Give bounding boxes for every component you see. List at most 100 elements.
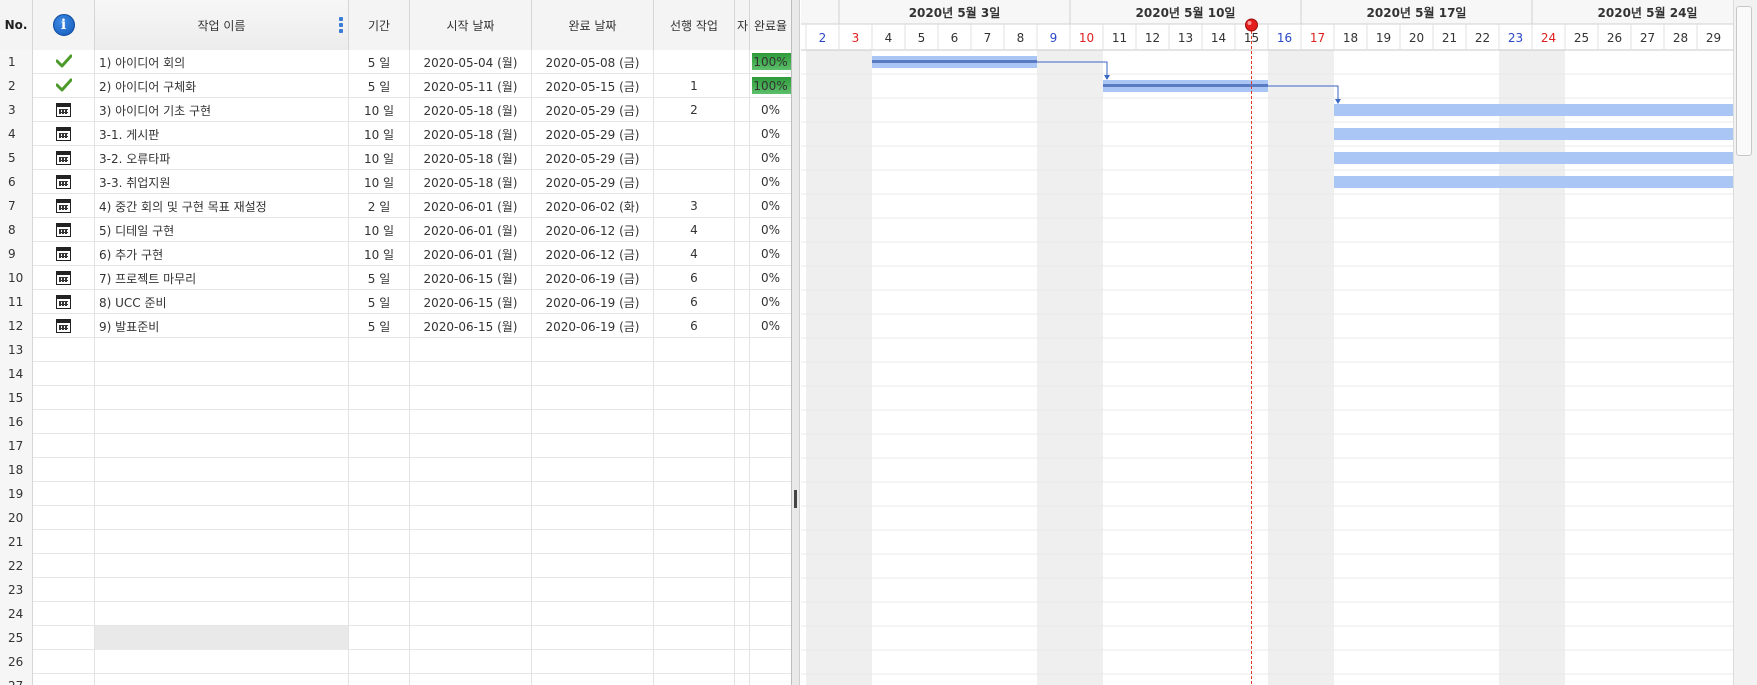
empty-cell[interactable] bbox=[95, 530, 349, 554]
task-bar[interactable] bbox=[1334, 104, 1733, 116]
empty-cell[interactable] bbox=[33, 602, 95, 626]
empty-cell[interactable] bbox=[410, 578, 532, 602]
vertical-scrollbar[interactable] bbox=[1733, 0, 1757, 685]
empty-cell[interactable] bbox=[95, 602, 349, 626]
task-name[interactable]: 5) 디테일 구현 bbox=[95, 218, 349, 242]
task-row[interactable]: 4 3-1. 게시판 10 일 2020-05-18 (월) 2020-05-29 (금… bbox=[0, 122, 791, 146]
empty-cell[interactable] bbox=[349, 554, 410, 578]
task-progress[interactable]: 0% bbox=[750, 290, 791, 314]
empty-row[interactable]: 25 bbox=[0, 626, 791, 650]
task-start-date[interactable]: 2020-05-18 (월) bbox=[410, 170, 532, 194]
empty-cell[interactable] bbox=[735, 554, 750, 578]
empty-cell[interactable] bbox=[735, 338, 750, 362]
empty-cell[interactable] bbox=[33, 386, 95, 410]
task-predecessor[interactable]: 6 bbox=[654, 314, 735, 338]
task-predecessor[interactable] bbox=[654, 122, 735, 146]
task-end-date[interactable]: 2020-06-19 (금) bbox=[532, 314, 654, 338]
column-header-resource[interactable]: 자 bbox=[735, 0, 750, 50]
empty-cell[interactable] bbox=[750, 554, 791, 578]
column-header-predecessor[interactable]: 선행 작업 bbox=[654, 0, 735, 50]
task-row[interactable]: 2 2) 아이디어 구체화 5 일 2020-05-11 (월) 2020-05-15 … bbox=[0, 74, 791, 98]
task-name[interactable]: 6) 추가 구현 bbox=[95, 242, 349, 266]
task-name[interactable]: 9) 발표준비 bbox=[95, 314, 349, 338]
task-duration[interactable]: 10 일 bbox=[349, 146, 410, 170]
empty-cell[interactable] bbox=[410, 626, 532, 650]
empty-cell[interactable] bbox=[532, 626, 654, 650]
empty-cell[interactable] bbox=[654, 554, 735, 578]
empty-cell[interactable] bbox=[349, 506, 410, 530]
empty-cell[interactable] bbox=[349, 578, 410, 602]
empty-cell[interactable] bbox=[532, 506, 654, 530]
column-header-start-date[interactable]: 시작 날짜 bbox=[410, 0, 532, 50]
empty-cell[interactable] bbox=[410, 338, 532, 362]
task-name[interactable]: 3-2. 오류타파 bbox=[95, 146, 349, 170]
task-progress[interactable]: 0% bbox=[750, 170, 791, 194]
task-resource[interactable] bbox=[735, 122, 750, 146]
task-resource[interactable] bbox=[735, 50, 750, 74]
empty-cell[interactable] bbox=[349, 674, 410, 685]
empty-cell[interactable] bbox=[654, 578, 735, 602]
empty-row[interactable]: 18 bbox=[0, 458, 791, 482]
empty-cell[interactable] bbox=[735, 650, 750, 674]
empty-cell[interactable] bbox=[410, 362, 532, 386]
task-resource[interactable] bbox=[735, 314, 750, 338]
task-end-date[interactable]: 2020-06-19 (금) bbox=[532, 290, 654, 314]
empty-cell[interactable] bbox=[95, 338, 349, 362]
empty-cell[interactable] bbox=[532, 578, 654, 602]
empty-cell[interactable] bbox=[349, 434, 410, 458]
task-start-date[interactable]: 2020-06-01 (월) bbox=[410, 194, 532, 218]
task-row[interactable]: 1 1) 아이디어 회의 5 일 2020-05-04 (월) 2020-05-08 (… bbox=[0, 50, 791, 74]
task-duration[interactable]: 10 일 bbox=[349, 170, 410, 194]
empty-cell[interactable] bbox=[532, 554, 654, 578]
today-marker-icon[interactable] bbox=[1245, 18, 1258, 32]
task-duration[interactable]: 5 일 bbox=[349, 74, 410, 98]
empty-cell[interactable] bbox=[532, 602, 654, 626]
task-resource[interactable] bbox=[735, 98, 750, 122]
empty-cell[interactable] bbox=[410, 410, 532, 434]
empty-cell[interactable] bbox=[750, 338, 791, 362]
empty-cell[interactable] bbox=[410, 458, 532, 482]
column-header-progress[interactable]: 완료율 bbox=[750, 0, 791, 50]
empty-cell[interactable] bbox=[532, 434, 654, 458]
empty-cell[interactable] bbox=[33, 578, 95, 602]
empty-cell[interactable] bbox=[349, 482, 410, 506]
empty-cell[interactable] bbox=[349, 458, 410, 482]
empty-cell[interactable] bbox=[735, 410, 750, 434]
empty-cell[interactable] bbox=[735, 626, 750, 650]
task-bar[interactable] bbox=[1334, 128, 1733, 140]
task-duration[interactable]: 10 일 bbox=[349, 218, 410, 242]
empty-cell[interactable] bbox=[735, 386, 750, 410]
task-name[interactable]: 3) 아이디어 기초 구현 bbox=[95, 98, 349, 122]
task-row[interactable]: 6 3-3. 취업지원 10 일 2020-05-18 (월) 2020-05-29 (… bbox=[0, 170, 791, 194]
column-header-no[interactable]: No. bbox=[0, 0, 33, 50]
task-progress[interactable]: 0% bbox=[750, 194, 791, 218]
task-progress[interactable]: 0% bbox=[750, 146, 791, 170]
empty-cell[interactable] bbox=[654, 482, 735, 506]
empty-cell[interactable] bbox=[410, 434, 532, 458]
task-name[interactable]: 3-1. 게시판 bbox=[95, 122, 349, 146]
empty-cell[interactable] bbox=[532, 530, 654, 554]
task-end-date[interactable]: 2020-06-19 (금) bbox=[532, 266, 654, 290]
empty-cell[interactable] bbox=[33, 362, 95, 386]
column-menu-icon[interactable] bbox=[339, 17, 343, 33]
task-start-date[interactable]: 2020-06-15 (월) bbox=[410, 290, 532, 314]
task-duration[interactable]: 5 일 bbox=[349, 290, 410, 314]
empty-cell[interactable] bbox=[33, 458, 95, 482]
task-name[interactable]: 4) 중간 회의 및 구현 목표 재설정 bbox=[95, 194, 349, 218]
task-progress[interactable]: 0% bbox=[750, 218, 791, 242]
task-name[interactable]: 7) 프로젝트 마무리 bbox=[95, 266, 349, 290]
empty-cell[interactable] bbox=[349, 626, 410, 650]
task-duration[interactable]: 2 일 bbox=[349, 194, 410, 218]
empty-cell[interactable] bbox=[95, 362, 349, 386]
task-row[interactable]: 12 9) 발표준비 5 일 2020-06-15 (월) 2020-06-19 (금)… bbox=[0, 314, 791, 338]
empty-cell[interactable] bbox=[410, 602, 532, 626]
empty-cell[interactable] bbox=[410, 506, 532, 530]
task-duration[interactable]: 5 일 bbox=[349, 266, 410, 290]
empty-row[interactable]: 26 bbox=[0, 650, 791, 674]
task-predecessor[interactable]: 3 bbox=[654, 194, 735, 218]
task-start-date[interactable]: 2020-05-18 (월) bbox=[410, 98, 532, 122]
empty-row[interactable]: 16 bbox=[0, 410, 791, 434]
empty-cell[interactable] bbox=[349, 410, 410, 434]
empty-cell[interactable] bbox=[349, 650, 410, 674]
empty-cell[interactable] bbox=[735, 602, 750, 626]
